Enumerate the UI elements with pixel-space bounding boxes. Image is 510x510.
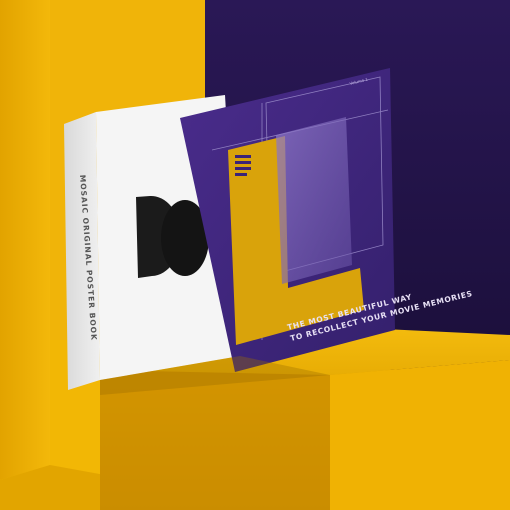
pedestal-lit-face <box>330 360 510 510</box>
white-book-spine <box>64 112 100 390</box>
glass-panel <box>276 117 352 284</box>
yellow-column-left <box>0 0 50 480</box>
product-photo: MOSAIC ORIGINAL POSTER BOOK Volume 1 THE… <box>0 0 510 510</box>
product-photo-scene: MOSAIC ORIGINAL POSTER BOOK Volume 1 THE… <box>0 0 510 510</box>
